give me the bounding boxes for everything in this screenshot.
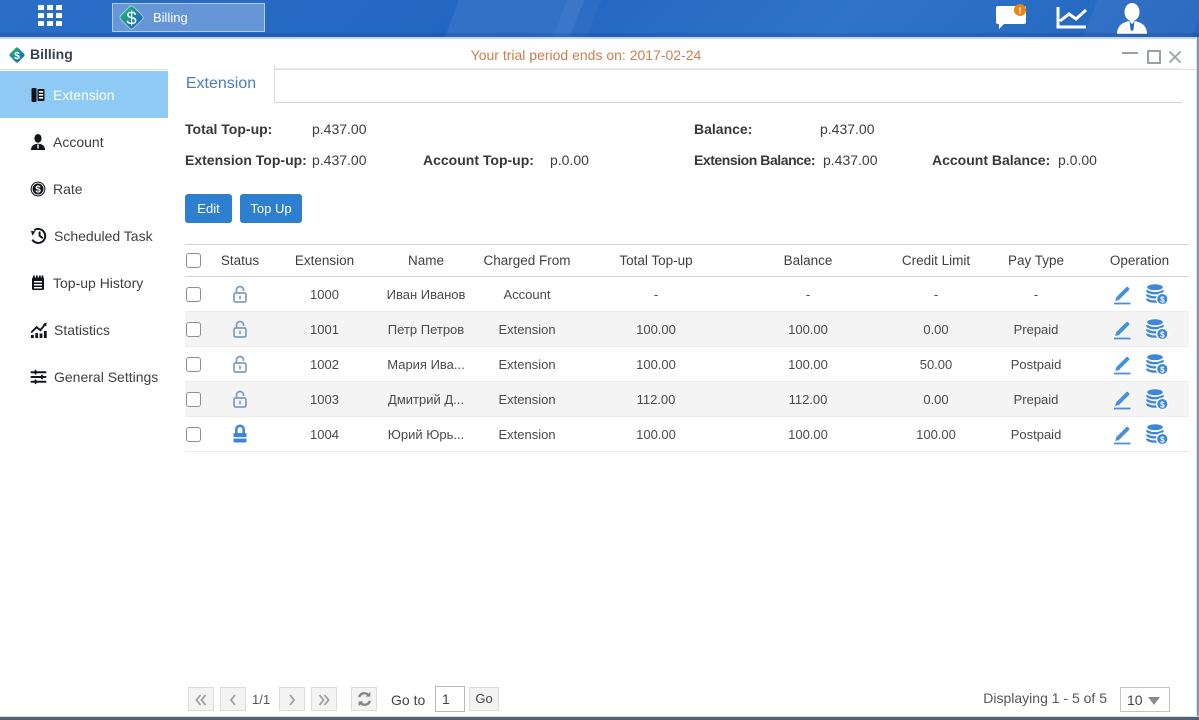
svg-text:$: $ bbox=[35, 184, 41, 195]
svg-text:!: ! bbox=[1019, 6, 1022, 16]
svg-text:$: $ bbox=[126, 7, 137, 28]
